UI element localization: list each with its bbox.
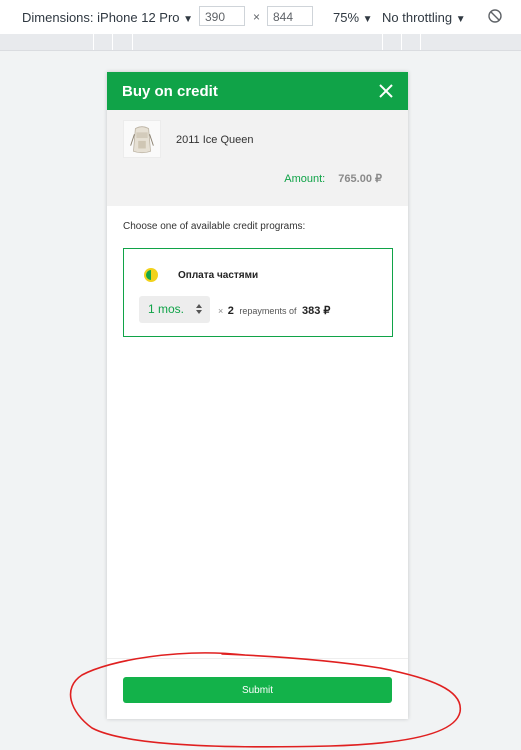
program-logo-icon xyxy=(144,268,158,282)
program-name: Оплата частями xyxy=(178,270,259,281)
device-viewport: Buy on credit 2011 Ice Queen Amount: 765… xyxy=(107,72,408,719)
amount-label: Amount: xyxy=(284,173,326,185)
amount-value: 765.00 ₽ xyxy=(338,173,382,185)
repayments-text: repayments of xyxy=(239,306,297,316)
dropdown-arrow-icon: ▼ xyxy=(455,14,466,25)
footer-divider xyxy=(107,658,408,659)
close-icon[interactable] xyxy=(378,83,394,99)
width-input[interactable]: 390 xyxy=(199,6,245,26)
product-name: 2011 Ice Queen xyxy=(176,134,254,146)
product-image xyxy=(123,120,161,158)
credit-programs-prompt: Choose one of available credit programs: xyxy=(123,221,306,232)
modal-title: Buy on credit xyxy=(122,82,218,100)
dimension-times-sign: × xyxy=(253,10,261,24)
product-summary: 2011 Ice Queen Amount: 765.00 ₽ xyxy=(107,110,408,206)
amount-row: Amount: 765.00 ₽ xyxy=(284,172,382,185)
dimensions-dropdown[interactable]: Dimensions: iPhone 12 Pro ▼ xyxy=(22,10,193,25)
repayment-summary: × 2 repayments of 383 ₽ xyxy=(218,304,330,317)
modal-header: Buy on credit xyxy=(107,72,408,110)
submit-button[interactable]: Submit xyxy=(123,677,392,703)
repayment-times-sign: × xyxy=(218,306,224,316)
throttling-label: No throttling xyxy=(382,10,453,25)
dropdown-arrow-icon: ▼ xyxy=(362,14,373,25)
rotate-icon[interactable] xyxy=(487,8,503,24)
height-input[interactable]: 844 xyxy=(267,6,313,26)
zoom-label: 75% xyxy=(333,10,360,25)
repayments-count: 2 xyxy=(227,305,234,317)
select-arrows-icon xyxy=(196,304,202,314)
media-query-ruler xyxy=(0,34,521,51)
device-toolbar: Dimensions: iPhone 12 Pro ▼ 390 × 844 75… xyxy=(0,0,521,35)
dimensions-label: Dimensions: iPhone 12 Pro xyxy=(22,10,180,25)
term-select[interactable]: 1 mos. xyxy=(139,296,210,323)
repayment-amount: 383 ₽ xyxy=(301,305,331,317)
credit-program-card[interactable]: Оплата частями 1 mos. × 2 repayments of … xyxy=(123,248,393,337)
throttling-dropdown[interactable]: No throttling ▼ xyxy=(382,10,466,25)
term-value: 1 mos. xyxy=(148,302,185,316)
dropdown-arrow-icon: ▼ xyxy=(183,14,194,25)
zoom-dropdown[interactable]: 75% ▼ xyxy=(333,10,373,25)
